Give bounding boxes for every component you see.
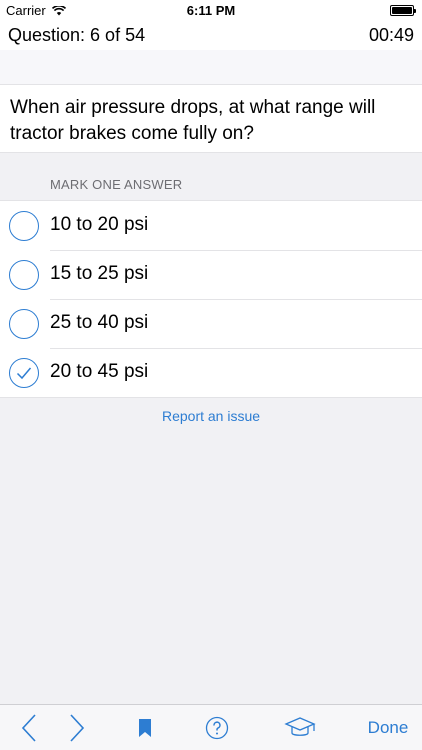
- bottom-toolbar: Done: [0, 704, 422, 750]
- answers-section-header: MARK ONE ANSWER: [50, 177, 183, 192]
- answer-option-3[interactable]: 25 to 40 psi: [0, 299, 422, 348]
- bookmark-button[interactable]: [128, 705, 162, 750]
- graduation-cap-icon: [284, 717, 316, 736]
- status-time: 6:11 PM: [186, 3, 236, 18]
- chevron-left-icon: [21, 714, 36, 742]
- bookmark-icon: [139, 719, 151, 737]
- report-issue-link[interactable]: Report an issue: [0, 408, 422, 424]
- status-bar: Carrier 6:11 PM: [0, 0, 422, 20]
- answer-list: 10 to 20 psi 15 to 25 psi 25 to 40 psi 2…: [0, 200, 422, 398]
- answer-label: 15 to 25 psi: [50, 263, 149, 284]
- checkmark-circle-icon[interactable]: [9, 358, 39, 388]
- answer-label: 10 to 20 psi: [50, 214, 149, 235]
- done-button[interactable]: Done: [360, 705, 416, 750]
- answer-option-2[interactable]: 15 to 25 psi: [0, 250, 422, 299]
- battery-icon: [390, 5, 416, 16]
- radio-circle-icon[interactable]: [9, 260, 39, 290]
- forward-button[interactable]: [60, 705, 94, 750]
- help-button[interactable]: [200, 705, 234, 750]
- answer-option-1[interactable]: 10 to 20 psi: [0, 201, 422, 250]
- study-button[interactable]: [280, 705, 320, 750]
- quiz-header: Question: 6 of 54 00:49: [0, 20, 422, 50]
- chevron-right-icon: [70, 714, 85, 742]
- back-button[interactable]: [12, 705, 46, 750]
- spacer: [0, 50, 422, 85]
- question-text: When air pressure drops, at what range w…: [0, 85, 422, 153]
- answer-option-4[interactable]: 20 to 45 psi: [0, 348, 422, 397]
- radio-circle-icon[interactable]: [9, 309, 39, 339]
- radio-circle-icon[interactable]: [9, 211, 39, 241]
- question-counter: Question: 6 of 54: [8, 25, 146, 45]
- answer-label: 25 to 40 psi: [50, 312, 149, 333]
- answer-label: 20 to 45 psi: [50, 361, 149, 382]
- question-circle-icon: [205, 716, 229, 740]
- timer: 00:49: [368, 25, 414, 45]
